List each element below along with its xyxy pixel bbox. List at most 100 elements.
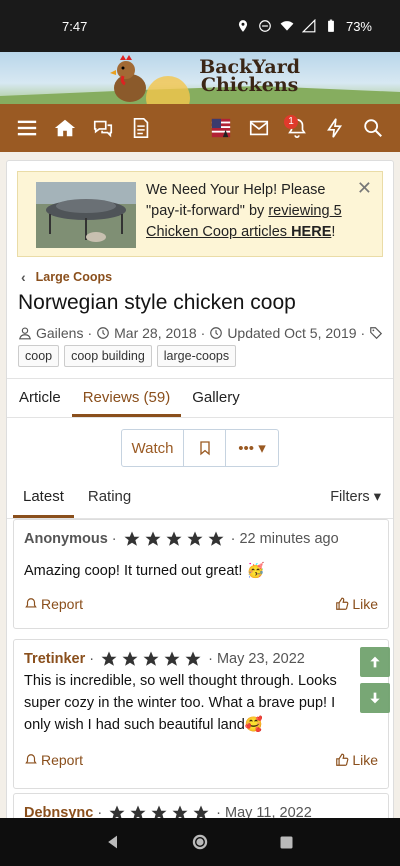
chicken-logo-icon [110, 55, 146, 102]
chevron-left-icon: ‹ [21, 269, 26, 285]
review-item: Debnsync · · May 11, 2022 [13, 793, 389, 819]
star-icon [145, 531, 161, 546]
review-body: Amazing coop! It turned out great! 🥳 [24, 563, 265, 579]
flag-avatar-icon [211, 118, 231, 138]
back-button[interactable] [103, 832, 123, 852]
coop-thumbnail [36, 182, 136, 248]
close-notice-button[interactable]: ✕ [357, 178, 372, 199]
bell-outline-icon [25, 598, 37, 608]
review-author[interactable]: Tretinker [24, 651, 85, 667]
tab-gallery[interactable]: Gallery [181, 379, 251, 417]
star-icon [187, 531, 203, 546]
article-meta: Gailens · Mar 28, 2018 · Updated Oct 5, … [18, 325, 383, 341]
inbox-button[interactable] [240, 109, 278, 147]
close-icon: ✕ [356, 178, 372, 198]
menu-button[interactable] [8, 109, 46, 147]
tab-reviews[interactable]: Reviews (59) [71, 379, 182, 417]
star-icon [185, 651, 201, 666]
caret-down-icon: ▾ [373, 489, 381, 505]
user-icon [19, 327, 31, 340]
star-icon [122, 651, 138, 666]
review-body: This is incredible, so well thought thro… [24, 673, 337, 733]
tab-latest[interactable]: Latest [13, 479, 74, 518]
star-icon [164, 651, 180, 666]
article-card: We Need Your Help! Please "pay-it-forwar… [6, 160, 394, 820]
review-author[interactable]: Anonymous [24, 531, 108, 547]
clock-icon [97, 327, 109, 339]
battery-icon [328, 19, 334, 32]
home-icon [54, 119, 76, 137]
scroll-top-button[interactable] [360, 647, 390, 677]
watch-button[interactable]: Watch [122, 430, 184, 466]
tab-rating[interactable]: Rating [78, 479, 141, 518]
star-icon [208, 531, 224, 546]
filters-dropdown[interactable]: Filters ▾ [330, 479, 393, 518]
alerts-badge: 1 [284, 115, 298, 129]
star-icon [166, 531, 182, 546]
clock: 7:47 [62, 18, 88, 34]
thumbs-up-icon [336, 753, 349, 766]
forums-button[interactable] [84, 109, 122, 147]
star-rating [123, 530, 225, 548]
battery-percent: 73% [345, 18, 372, 34]
publish-date: Mar 28, 2018 [114, 325, 197, 341]
breadcrumb-label: Large Coops [35, 270, 113, 284]
breadcrumb[interactable]: ‹ Large Coops [21, 269, 112, 285]
tags-icon [370, 327, 383, 340]
chat-bubbles-icon [93, 120, 113, 138]
tag-list: coop coop building large-coops [18, 345, 237, 367]
wifi-icon [280, 21, 294, 31]
alerts-button[interactable]: 1 [278, 109, 316, 147]
home-button[interactable] [46, 109, 84, 147]
review-time: 22 minutes ago [239, 531, 339, 547]
envelope-icon [249, 120, 269, 136]
home-circle-icon [192, 834, 208, 850]
tag-item[interactable]: large-coops [156, 345, 237, 367]
signal-icon [301, 19, 316, 33]
user-avatar[interactable] [202, 109, 240, 147]
page-title: Norwegian style chicken coop [18, 291, 296, 314]
arrow-down-icon [370, 692, 380, 704]
recents-square-icon [280, 836, 293, 848]
system-nav-bar [0, 818, 400, 866]
site-logo: BackYard Chickens [199, 56, 300, 96]
like-button[interactable]: Like [335, 596, 378, 612]
thumbs-up-icon [336, 597, 349, 610]
star-icon [101, 651, 117, 666]
bell-outline-icon [25, 754, 37, 764]
tag-item[interactable]: coop [18, 345, 60, 367]
article-actions: Watch ••• ▾ [121, 429, 279, 467]
report-button[interactable]: Report [24, 752, 83, 768]
tab-article[interactable]: Article [8, 379, 72, 417]
search-icon [364, 119, 382, 137]
articles-button[interactable] [122, 109, 160, 147]
arrow-up-icon [370, 656, 380, 668]
star-rating [100, 650, 202, 668]
home-system-button[interactable] [190, 832, 210, 852]
document-icon [133, 118, 149, 138]
dnd-icon [259, 20, 271, 32]
main-navbar: 1 [0, 104, 400, 152]
review-time: May 23, 2022 [216, 651, 305, 667]
more-options-button[interactable]: ••• ▾ [226, 430, 278, 466]
search-button[interactable] [354, 109, 392, 147]
star-icon [143, 651, 159, 666]
review-item: Tretinker · · May 23, 2022 This is incre… [13, 639, 389, 789]
report-button[interactable]: Report [24, 596, 83, 612]
bookmark-button[interactable] [184, 430, 226, 466]
bookmark-icon [199, 441, 210, 456]
lightning-icon [327, 118, 343, 138]
updated-clock-icon [210, 327, 223, 339]
like-button[interactable]: Like [335, 752, 378, 768]
star-icon [124, 531, 140, 546]
review-sort-tabs: Latest Rating Filters ▾ [7, 479, 393, 519]
author-link[interactable]: Gailens [36, 325, 83, 341]
whats-new-button[interactable] [316, 109, 354, 147]
scroll-bottom-button[interactable] [360, 683, 390, 713]
site-banner[interactable]: BackYard Chickens [0, 52, 400, 104]
recents-button[interactable] [277, 832, 297, 852]
review-item: Anonymous · · 22 minutes ago Amazing coo… [13, 519, 389, 629]
tag-item[interactable]: coop building [64, 345, 152, 367]
help-notice: We Need Your Help! Please "pay-it-forwar… [17, 171, 383, 257]
hamburger-icon [17, 120, 37, 136]
